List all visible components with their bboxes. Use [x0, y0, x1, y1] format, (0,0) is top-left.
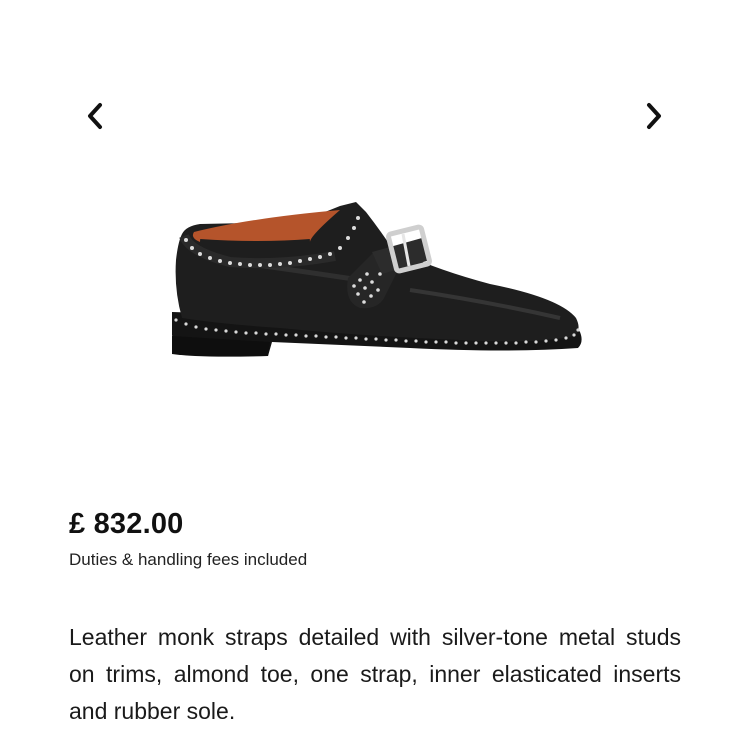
duties-note: Duties & handling fees included [69, 550, 308, 569]
chevron-right-icon [647, 103, 661, 129]
product-description: Leather monk straps detailed with silver… [69, 624, 681, 724]
chevron-left-icon [88, 103, 102, 129]
product-image-carousel [0, 0, 750, 470]
next-image-button[interactable] [636, 98, 672, 134]
product-image [172, 202, 582, 357]
previous-image-button[interactable] [77, 98, 113, 134]
product-price: £ 832.00 [69, 508, 184, 540]
